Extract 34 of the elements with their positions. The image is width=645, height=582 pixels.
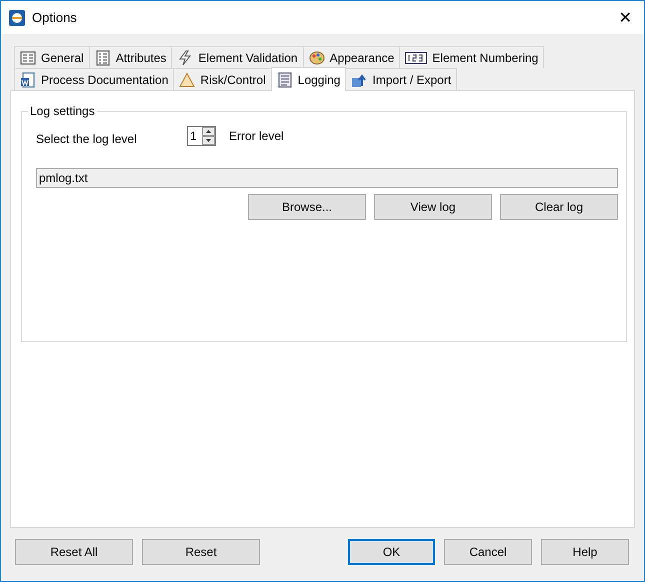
level-description: Error level	[229, 129, 284, 143]
warning-icon	[179, 72, 196, 88]
tab[interactable]: Logging	[270, 67, 346, 91]
tab[interactable]: Attributes	[88, 46, 172, 68]
field-label: Select the log level	[36, 132, 138, 146]
log-icon	[276, 72, 293, 88]
tab[interactable]: Element Numbering	[399, 46, 544, 68]
log-button[interactable]: View log	[374, 194, 492, 220]
lightning-icon	[177, 50, 194, 66]
tab[interactable]: Element Validation	[171, 46, 304, 68]
dialog-button[interactable]: Cancel	[444, 539, 532, 565]
tab[interactable]: General	[14, 46, 90, 68]
window-title: Options	[32, 10, 78, 25]
close-button[interactable]: ✕	[614, 8, 636, 27]
import-export-icon	[351, 72, 368, 88]
group-title: Log settings	[29, 104, 96, 118]
tab[interactable]: Import / Export	[345, 68, 458, 90]
dialog-button[interactable]: Help	[541, 539, 629, 565]
dialog-button[interactable]: Reset All	[15, 539, 133, 565]
log-button[interactable]: Clear log	[500, 194, 618, 220]
spinner-arrows-icon	[202, 127, 215, 145]
log-level-spinner[interactable]: 1	[187, 126, 216, 146]
form-icon	[20, 50, 36, 66]
log-button[interactable]: Browse...	[248, 194, 366, 220]
dialog-button[interactable]: Reset	[142, 539, 260, 565]
document-icon	[20, 72, 36, 88]
palette-icon	[308, 50, 325, 66]
log-file-field[interactable]: pmlog.txt	[36, 168, 618, 188]
app-icon	[9, 10, 25, 26]
dialog-button[interactable]: OK	[348, 539, 435, 565]
numbering-icon	[405, 52, 428, 64]
tab[interactable]: Risk/Control	[173, 68, 272, 90]
list-icon	[94, 50, 111, 66]
tab[interactable]: Process Documentation	[14, 68, 174, 90]
